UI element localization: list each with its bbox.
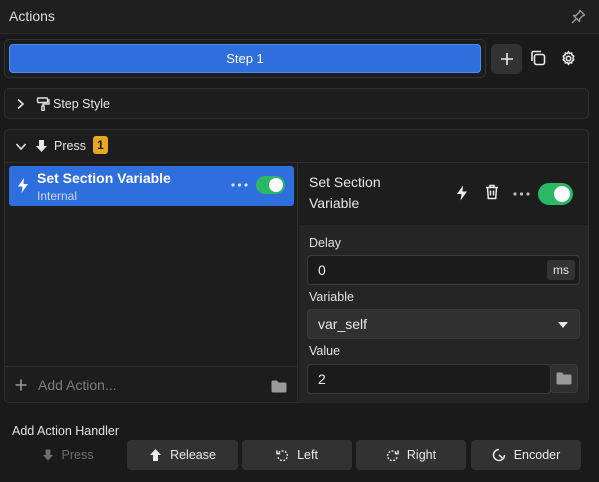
press-header[interactable]: Press 1 (5, 130, 588, 163)
delay-label: Delay (309, 236, 341, 250)
more-icon[interactable] (231, 183, 248, 187)
add-action-input[interactable]: Add Action... (38, 377, 117, 393)
action-list: Set Section Variable Internal Add Action… (5, 163, 298, 403)
arrow-up-icon (149, 448, 162, 462)
variable-select[interactable]: var_self (307, 309, 580, 339)
action-detail-header: Set Section Variable (299, 163, 588, 225)
variable-label: Variable (309, 290, 354, 304)
bolt-icon (17, 178, 29, 193)
action-detail-title: Set Section Variable (309, 174, 381, 211)
add-action-handler-label: Add Action Handler (12, 424, 120, 438)
plus-icon (500, 52, 514, 66)
duplicate-step-button[interactable] (529, 49, 547, 67)
action-options-form: Delay 0 ms Variable var_self Value 2 (299, 225, 588, 403)
left-handler-button[interactable]: Left (242, 440, 352, 470)
gear-icon (560, 50, 577, 67)
action-title: Set Section Variable (37, 170, 171, 186)
release-handler-button[interactable]: Release (127, 440, 238, 470)
step-settings-button[interactable] (560, 50, 577, 67)
browse-value-button[interactable] (550, 364, 578, 393)
step-style-label: Step Style (53, 97, 110, 111)
plus-icon (15, 379, 27, 391)
arrow-down-icon (35, 139, 48, 153)
value-label: Value (309, 344, 341, 358)
press-handler-label: Press (61, 448, 94, 462)
caret-down-icon (558, 322, 568, 328)
release-handler-label: Release (170, 448, 216, 462)
delay-unit: ms (547, 260, 575, 280)
chevron-right-icon (15, 98, 26, 110)
delay-value: 0 (318, 262, 326, 278)
action-enabled-toggle[interactable] (256, 176, 285, 194)
step-style-section[interactable]: Step Style (4, 88, 589, 119)
arrow-down-icon (42, 448, 54, 462)
step-1-button[interactable]: Step 1 (9, 44, 481, 73)
step-bar: Step 1 (4, 39, 486, 78)
list-item[interactable]: Set Section Variable Internal (9, 166, 294, 206)
delay-field[interactable]: 0 ms (307, 255, 580, 285)
rotate-right-icon (386, 449, 399, 462)
press-handler-button[interactable]: Press (12, 440, 123, 470)
paint-roller-icon (36, 97, 50, 111)
action-category: Internal (37, 189, 78, 203)
left-handler-label: Left (297, 448, 318, 462)
add-action-bar: Add Action... (5, 366, 297, 403)
right-handler-button[interactable]: Right (356, 440, 466, 470)
variable-selected-value: var_self (318, 316, 368, 332)
value-field[interactable]: 2 (307, 364, 551, 394)
trash-icon[interactable] (485, 184, 499, 200)
chevron-down-icon (15, 141, 27, 152)
value-field-value: 2 (318, 371, 326, 387)
rotate-left-icon (276, 449, 289, 462)
more-icon[interactable] (513, 192, 530, 196)
copy-icon (529, 49, 547, 67)
panel-header: Actions (0, 0, 599, 34)
pin-icon[interactable] (570, 9, 586, 25)
folder-icon[interactable] (271, 380, 287, 393)
action-detail-panel: Set Section Variable Delay 0 ms Variable… (299, 163, 588, 403)
action-count-badge: 1 (93, 136, 108, 154)
folder-icon (556, 372, 572, 385)
bolt-icon[interactable] (456, 185, 468, 201)
encoder-icon (492, 448, 506, 462)
press-label: Press (54, 139, 86, 153)
encoder-handler-button[interactable]: Encoder (471, 440, 581, 470)
action-detail-enabled-toggle[interactable] (538, 183, 573, 205)
press-section: Press 1 Set Section Variable Internal Ad… (4, 129, 589, 403)
encoder-handler-label: Encoder (513, 448, 561, 462)
add-step-button[interactable] (491, 44, 522, 74)
panel-title: Actions (9, 8, 55, 24)
right-handler-label: Right (406, 448, 437, 462)
